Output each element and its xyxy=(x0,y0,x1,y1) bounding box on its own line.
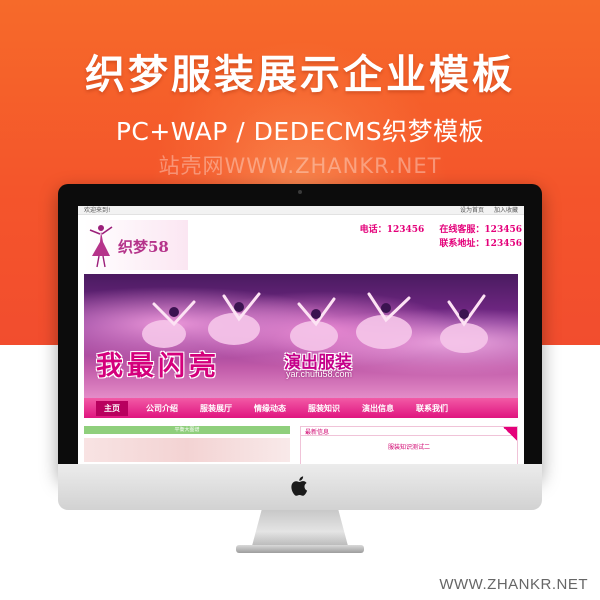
apple-icon xyxy=(291,476,308,496)
hero-title: 我最闪亮 xyxy=(96,351,220,382)
contact-row-2: 联系地址：123456 xyxy=(348,237,522,251)
nav-about[interactable]: 公司介绍 xyxy=(142,401,182,416)
nav-news[interactable]: 情缘动态 xyxy=(250,401,290,416)
nav-contact[interactable]: 联系我们 xyxy=(412,401,452,416)
logo-text: 织梦58 xyxy=(118,238,169,256)
banner-watermark: 站壳网WWW.ZHANKR.NET xyxy=(158,154,442,178)
nav-showroom[interactable]: 服装展厅 xyxy=(196,401,236,416)
main-nav: 主页 公司介绍 服装展厅 情缘动态 服装知识 演出信息 联系我们 xyxy=(84,398,518,418)
hero-banner[interactable]: 我最闪亮 演出服装 yar.chufu58.com xyxy=(84,274,518,398)
add-favorite-link[interactable]: 加入收藏 xyxy=(494,207,518,214)
nav-performance[interactable]: 演出信息 xyxy=(358,401,398,416)
nav-home[interactable]: 主页 xyxy=(96,400,128,416)
monitor-stand-base xyxy=(236,545,364,553)
corner-ribbon xyxy=(503,427,517,441)
left-panel-title: 平衡大图谱 xyxy=(84,426,290,434)
contact-info: 电话：123456 在线客服：123456 联系地址：123456 xyxy=(348,223,522,251)
hero-url: yar.chufu58.com xyxy=(286,369,353,379)
site-logo[interactable]: 织梦58 xyxy=(84,220,188,270)
website-screen: 欢迎来到! 设为首页 加入收藏 织梦58 电话：123456 在线客服：1234… xyxy=(78,206,524,464)
nav-knowledge[interactable]: 服装知识 xyxy=(304,401,344,416)
welcome-text: 欢迎来到! xyxy=(84,207,111,214)
site-header: 织梦58 电话：123456 在线客服：123456 联系地址：123456 xyxy=(78,215,524,274)
topbar-links: 设为首页 加入收藏 xyxy=(452,206,518,214)
monitor-stand xyxy=(252,510,348,546)
address: 联系地址：123456 xyxy=(439,239,522,249)
content-area: 平衡大图谱 最新信息 服装知识测试二 xyxy=(84,426,518,464)
left-panel: 平衡大图谱 xyxy=(84,426,290,464)
contact-row-1: 电话：123456 在线客服：123456 xyxy=(348,223,522,237)
banner-headline: 织梦服装展示企业模板 xyxy=(85,52,515,98)
left-panel-image[interactable] xyxy=(84,438,290,462)
news-item[interactable]: 服装知识测试二 xyxy=(301,442,517,451)
banner-subline: PC+WAP / DEDECMS织梦模板 xyxy=(115,117,485,146)
dancer-icon xyxy=(89,225,113,268)
phone-label: 电话：123456 xyxy=(359,225,425,235)
footer-url: WWW.ZHANKR.NET xyxy=(439,576,588,593)
set-homepage-link[interactable]: 设为首页 xyxy=(460,207,484,214)
right-panel: 最新信息 服装知识测试二 xyxy=(300,426,518,464)
online-service: 在线客服：123456 xyxy=(439,225,522,235)
camera-icon xyxy=(298,190,302,194)
right-panel-title: 最新信息 xyxy=(301,427,517,436)
site-topbar: 欢迎来到! 设为首页 加入收藏 xyxy=(78,206,524,215)
